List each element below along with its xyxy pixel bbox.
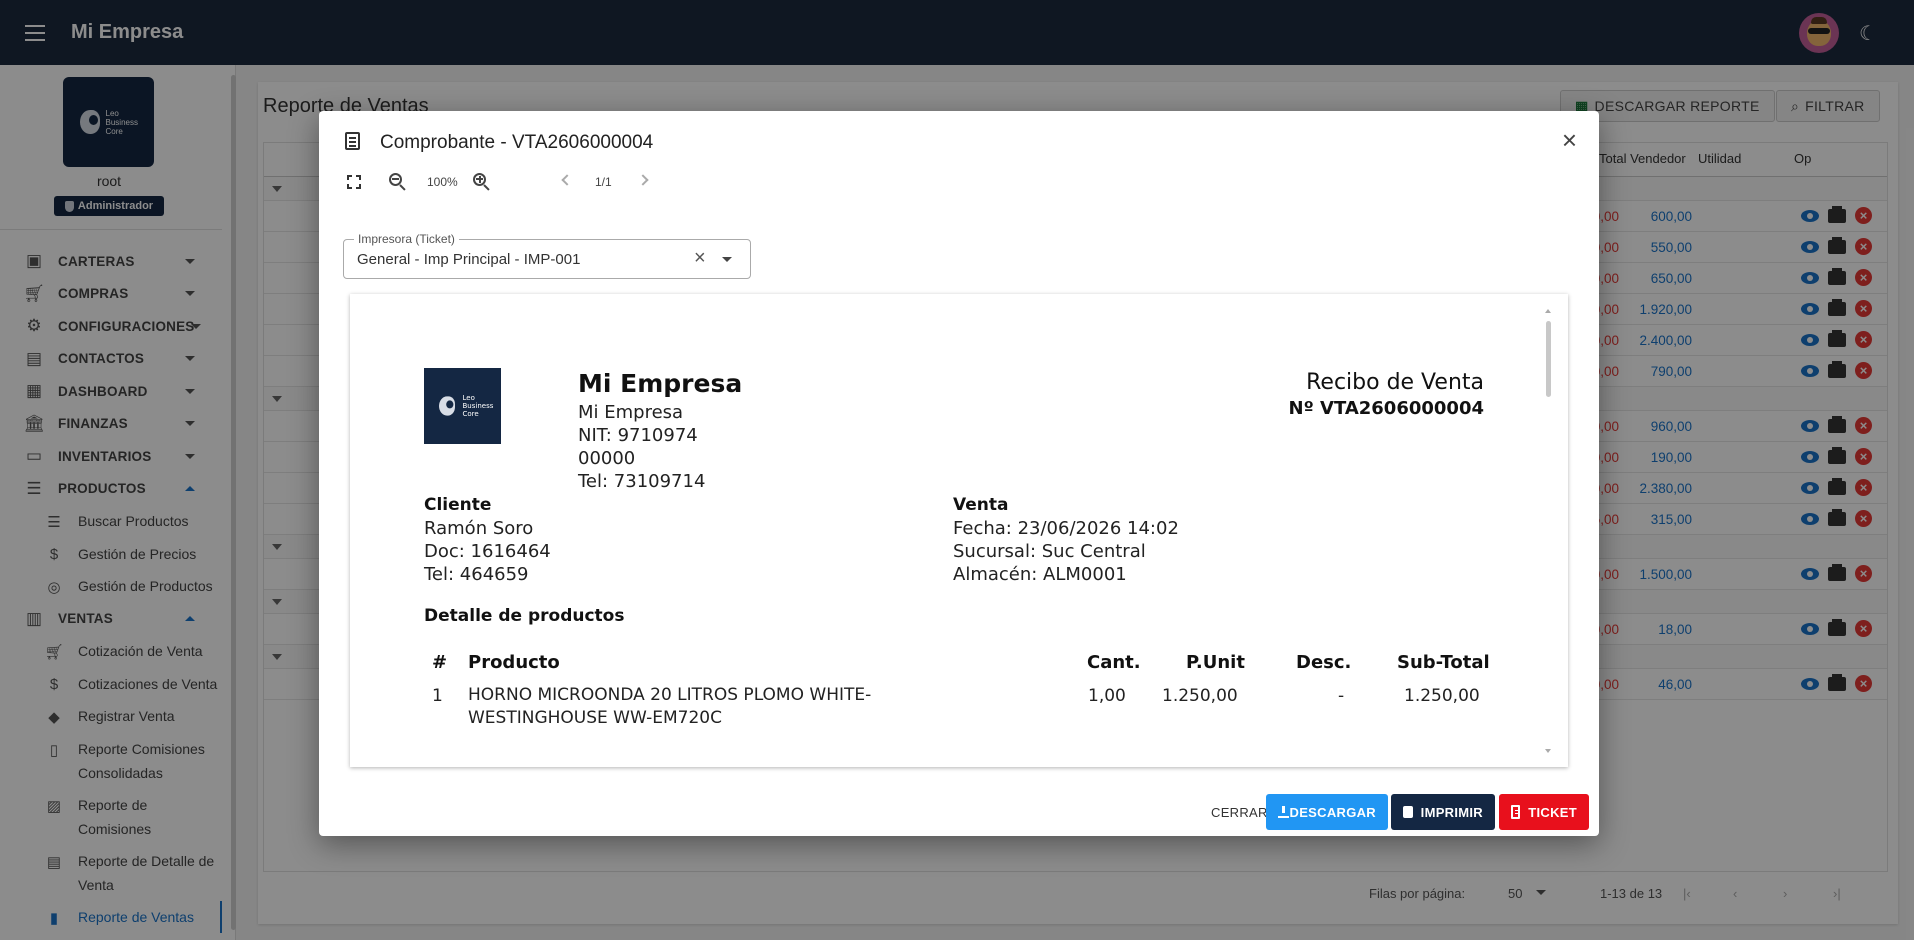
receipt-number: Nº VTA2606000004: [1288, 398, 1484, 419]
sale-heading: Venta: [953, 495, 1009, 515]
company-line: Mi Empresa: [578, 402, 684, 423]
lion-logo-icon: [437, 394, 456, 418]
zoom-in-icon[interactable]: [473, 173, 491, 191]
receipt-company-name: Mi Empresa: [578, 369, 743, 398]
sale-branch: Sucursal: Suc Central: [953, 541, 1146, 562]
fullscreen-icon[interactable]: [347, 175, 361, 189]
close-button-label: CERRAR: [1211, 804, 1268, 820]
printer-select[interactable]: Impresora (Ticket) General - Imp Princip…: [343, 232, 751, 279]
client-doc: Doc: 1616464: [424, 541, 551, 562]
download-button[interactable]: DESCARGAR: [1266, 794, 1388, 830]
receipt-preview: Leo Business Core Mi Empresa Mi Empresa …: [350, 294, 1568, 767]
print-button-label: IMPRIMIR: [1420, 804, 1483, 820]
dialog-title: Comprobante - VTA2606000004: [380, 132, 654, 153]
page-indicator: 1/1: [595, 175, 612, 189]
download-button-label: DESCARGAR: [1289, 804, 1376, 820]
sale-warehouse: Almacén: ALM0001: [953, 564, 1127, 585]
printer-icon: [1403, 806, 1413, 818]
company-nit: NIT: 9710974: [578, 425, 698, 446]
th-qty: Cant.: [1087, 652, 1141, 673]
dialog-actions: CERRAR DESCARGAR IMPRIMIR TICKET: [319, 786, 1599, 830]
sale-date: Fecha: 23/06/2026 14:02: [953, 518, 1179, 539]
download-icon: [1278, 806, 1288, 818]
client-tel: Tel: 464659: [424, 564, 529, 585]
prev-page-icon[interactable]: [561, 174, 573, 186]
company-tel: Tel: 73109714: [578, 471, 706, 492]
receipt-title: Recibo de Venta: [1306, 370, 1484, 395]
item-product: HORNO MICROONDA 20 LITROS PLOMO WHITE-WE…: [468, 685, 872, 728]
th-subtotal: Sub-Total: [1397, 652, 1490, 673]
ticket-button-label: TICKET: [1528, 804, 1577, 820]
print-button[interactable]: IMPRIMIR: [1391, 794, 1495, 830]
logo-text: Leo Business Core: [462, 394, 494, 418]
th-product: Producto: [468, 652, 560, 673]
receipt-icon: [345, 132, 360, 150]
item-unit-price: 1.250,00: [1162, 686, 1238, 706]
receipt-dialog: Comprobante - VTA2606000004 × 100% 1/1 I…: [319, 111, 1599, 836]
th-discount: Desc.: [1296, 652, 1352, 673]
client-heading: Cliente: [424, 495, 492, 515]
item-number: 1: [432, 686, 443, 706]
printer-select-label: Impresora (Ticket): [354, 232, 459, 246]
th-number: #: [432, 652, 448, 673]
zoom-level: 100%: [427, 175, 458, 189]
th-unit-price: P.Unit: [1186, 652, 1245, 673]
client-name: Ramón Soro: [424, 518, 534, 539]
printer-select-value: General - Imp Principal - IMP-001: [357, 251, 581, 268]
clear-icon[interactable]: ×: [694, 247, 706, 270]
receipt-logo: Leo Business Core: [424, 368, 501, 444]
next-page-icon[interactable]: [637, 174, 649, 186]
item-discount: -: [1338, 686, 1345, 706]
item-qty: 1,00: [1088, 686, 1126, 706]
item-subtotal: 1.250,00: [1404, 686, 1480, 706]
company-code: 00000: [578, 448, 636, 469]
chevron-down-icon[interactable]: [722, 257, 732, 262]
ticket-button[interactable]: TICKET: [1499, 794, 1589, 830]
close-icon[interactable]: ×: [1562, 127, 1577, 153]
ticket-icon: [1511, 805, 1521, 819]
detail-heading: Detalle de productos: [424, 606, 625, 626]
pdf-toolbar: 100% 1/1: [347, 169, 649, 195]
zoom-out-icon[interactable]: [389, 173, 407, 191]
preview-scrollbar[interactable]: [1545, 309, 1551, 757]
